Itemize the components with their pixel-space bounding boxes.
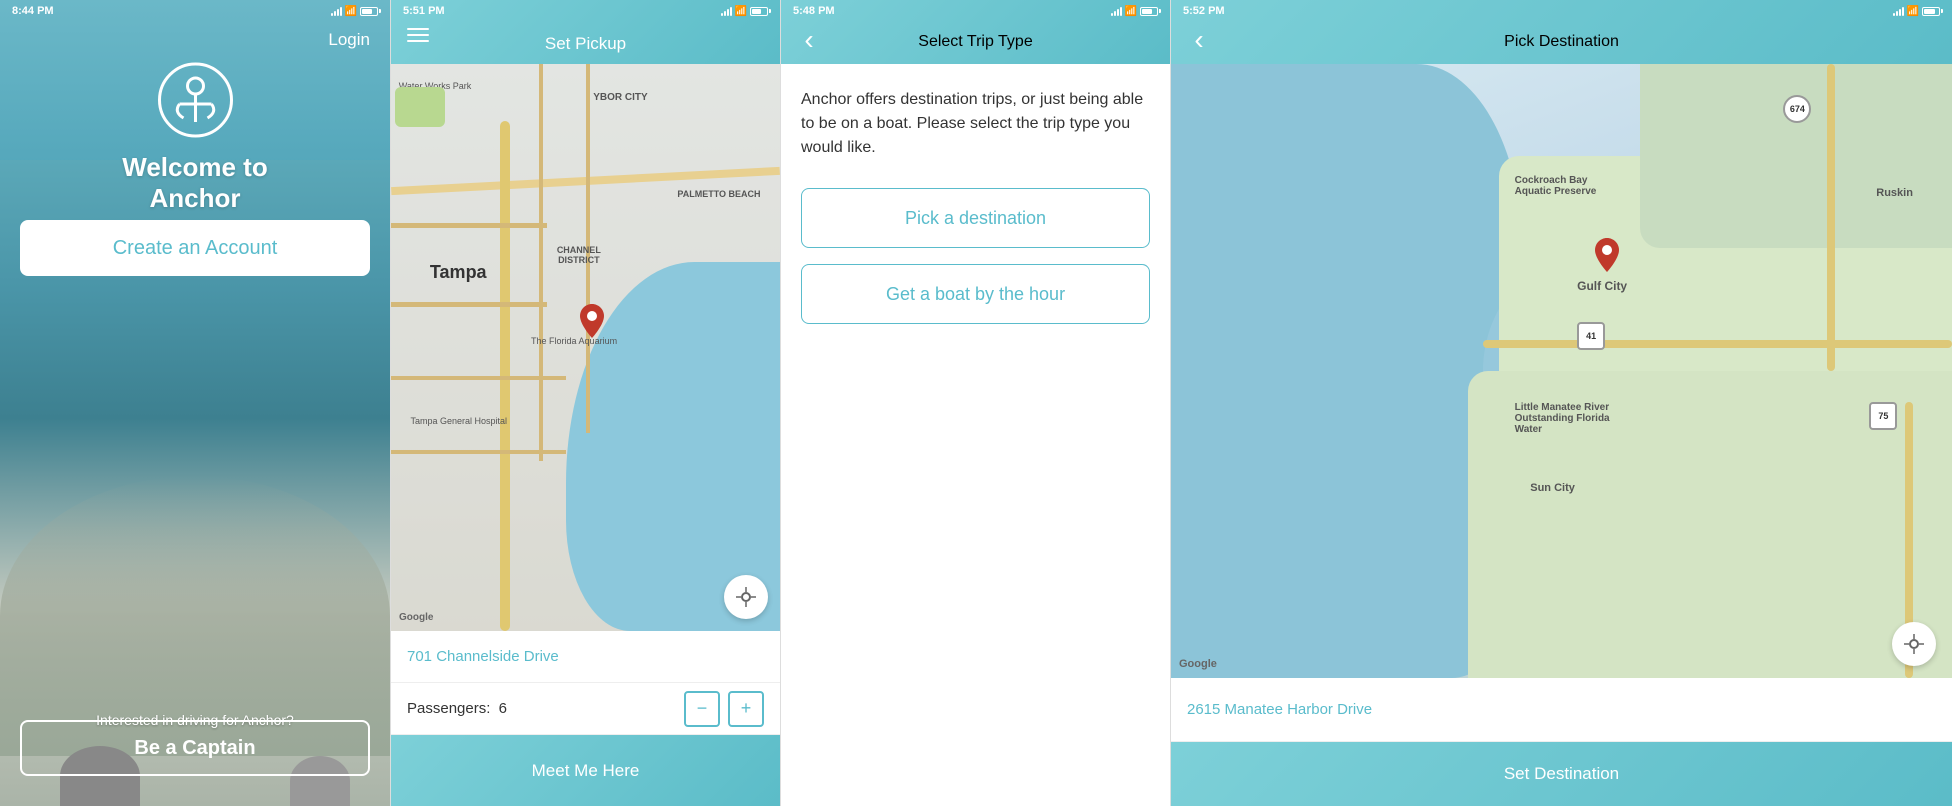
anchor-logo (155, 60, 235, 140)
pickup-bottom: Passengers: 6 − + Meet Me Here (391, 631, 780, 806)
battery-icon (750, 7, 768, 16)
trip-description: Anchor offers destination trips, or just… (801, 88, 1150, 160)
menu-button[interactable] (407, 28, 429, 42)
ybor-label: YBOR CITY (593, 92, 647, 103)
status-icons: 📶 (721, 6, 768, 17)
status-time: 5:51 PM (403, 5, 445, 17)
battery-icon (1140, 7, 1158, 16)
destination-address-row (1171, 678, 1952, 742)
meet-me-button[interactable]: Meet Me Here (391, 735, 780, 806)
signal-icon (1893, 6, 1904, 16)
status-icons: 📶 (1893, 6, 1940, 17)
status-icons: 📶 (1111, 6, 1158, 17)
address-row (391, 631, 780, 683)
gulf-city-label: Gulf City (1577, 279, 1627, 293)
road-shield-75: 75 (1869, 402, 1897, 430)
cockroach-bay-label: Cockroach Bay Aquatic Preserve (1515, 175, 1615, 197)
signal-icon (721, 6, 732, 16)
google-logo: Google (399, 612, 433, 623)
wifi-icon: 📶 (1125, 6, 1137, 17)
signal-icon (331, 6, 342, 16)
palmetto-label: PALMETTO BEACH (677, 189, 760, 199)
back-button[interactable] (1183, 24, 1215, 56)
increment-button[interactable]: + (728, 691, 764, 727)
destination-bottom: Set Destination (1171, 678, 1952, 806)
hospital-label: Tampa General Hospital (410, 416, 507, 426)
header-title: Set Pickup (545, 34, 626, 54)
road-h1 (391, 223, 547, 228)
screen-set-pickup: 5:51 PM 📶 Set Pickup (390, 0, 780, 806)
road-shield-41: 41 (1577, 322, 1605, 350)
header-title: Pick Destination (1504, 33, 1619, 51)
back-button[interactable] (793, 24, 825, 56)
road-41 (1483, 340, 1952, 348)
road-674 (1827, 64, 1835, 371)
set-destination-button[interactable]: Set Destination (1171, 742, 1952, 806)
status-icons: 📶 (331, 6, 378, 17)
manatee-label: Little Manatee River Outstanding Florida… (1515, 402, 1635, 435)
ruskin-label: Ruskin (1876, 187, 1913, 199)
crosshair-icon (1904, 634, 1924, 654)
pick-destination-button[interactable]: Pick a destination (801, 188, 1150, 248)
status-bar: 5:52 PM 📶 (1171, 0, 1952, 22)
battery-icon (1922, 7, 1940, 16)
screen-select-trip: 5:48 PM 📶 Select Trip Type Anchor offers… (780, 0, 1170, 806)
crosshair-icon (736, 587, 756, 607)
google-logo: Google (1179, 658, 1217, 670)
status-time: 5:48 PM (793, 5, 835, 17)
destination-map-marker (1593, 236, 1621, 277)
passengers-row: Passengers: 6 − + (391, 683, 780, 735)
channel-label: CHANNEL DISTRICT (539, 245, 619, 265)
park-area (395, 87, 445, 127)
header-title: Select Trip Type (918, 33, 1032, 51)
screen-pick-destination: 5:52 PM 📶 Pick Destination (1170, 0, 1952, 806)
get-boat-by-hour-button[interactable]: Get a boat by the hour (801, 264, 1150, 324)
passengers-label: Passengers: 6 (407, 700, 684, 717)
road-shield-674: 674 (1783, 95, 1811, 123)
login-link[interactable]: Login (328, 30, 370, 50)
destination-map[interactable]: 674 75 41 Cockroach Bay Aquatic Preserve… (1171, 64, 1952, 678)
signal-icon (1111, 6, 1122, 16)
tampa-label: Tampa (430, 262, 487, 283)
land3 (1640, 64, 1952, 248)
pickup-map[interactable]: Tampa YBOR CITY CHANNEL DISTRICT PALMETT… (391, 64, 780, 631)
destination-address-input[interactable] (1187, 701, 1936, 718)
road-h2 (391, 302, 547, 307)
battery-icon (360, 7, 378, 16)
be-captain-button[interactable]: Be a Captain (20, 720, 370, 776)
location-button[interactable] (1892, 622, 1936, 666)
screen-welcome: 8:44 PM 📶 Login Welcome to Anchor (0, 0, 390, 806)
status-bar: 8:44 PM 📶 (0, 0, 390, 22)
status-bar: 5:51 PM 📶 (391, 0, 780, 22)
trip-type-content: Anchor offers destination trips, or just… (781, 64, 1170, 806)
decrement-button[interactable]: − (684, 691, 720, 727)
welcome-title: Welcome to Anchor (98, 152, 293, 214)
pickup-map-marker (578, 302, 606, 343)
wifi-icon: 📶 (735, 6, 747, 17)
wifi-icon: 📶 (345, 6, 357, 17)
location-button[interactable] (724, 575, 768, 619)
address-input[interactable] (407, 648, 764, 665)
status-bar: 5:48 PM 📶 (781, 0, 1170, 22)
status-time: 5:52 PM (1183, 5, 1225, 17)
status-time: 8:44 PM (12, 5, 54, 17)
passenger-count: 6 (499, 700, 507, 717)
wifi-icon: 📶 (1907, 6, 1919, 17)
sun-city-label: Sun City (1530, 482, 1575, 494)
passenger-stepper: − + (684, 691, 764, 727)
create-account-button[interactable]: Create an Account (20, 220, 370, 276)
logo-area: Welcome to Anchor (98, 60, 293, 214)
